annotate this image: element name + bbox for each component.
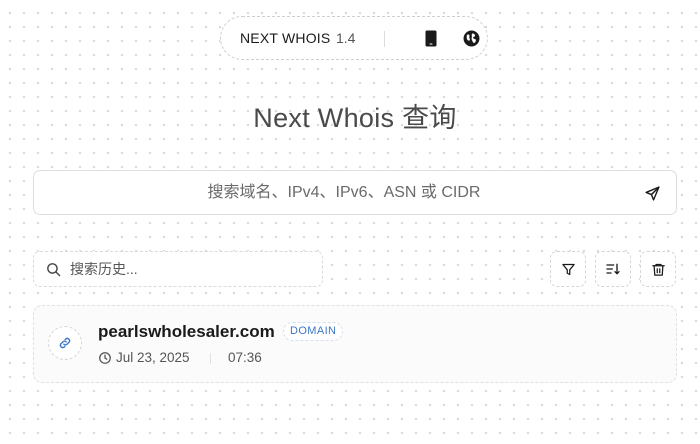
globe-icon: [463, 30, 479, 46]
history-item-domain[interactable]: pearlswholesaler.com: [98, 322, 275, 342]
clear-history-button[interactable]: [640, 251, 676, 287]
version-label: 1.4: [336, 30, 356, 46]
app-header-pill: NEXT WHOIS 1.4: [220, 16, 488, 60]
brand-name: NEXT WHOIS: [240, 30, 331, 46]
history-item-type-badge: DOMAIN: [283, 322, 344, 341]
history-item-time: 07:36: [228, 350, 262, 365]
submit-search-button[interactable]: [642, 183, 662, 203]
filter-button[interactable]: [550, 251, 586, 287]
sort-button[interactable]: [595, 251, 631, 287]
language-button[interactable]: [461, 28, 481, 48]
lookup-search-box: [33, 170, 677, 215]
lookup-search-input[interactable]: [34, 171, 634, 214]
history-item-date: Jul 23, 2025: [116, 350, 190, 365]
send-icon: [644, 185, 660, 201]
history-item[interactable]: pearlswholesaler.com DOMAIN Jul 23, 2025…: [33, 305, 677, 383]
page-title: Next Whois 查询: [253, 103, 457, 133]
history-search-input[interactable]: [70, 252, 310, 286]
search-icon: [47, 263, 61, 277]
link-icon: [59, 337, 71, 349]
phone-icon: [425, 30, 437, 46]
history-search-box: [33, 251, 323, 287]
sort-icon: [606, 263, 620, 275]
filter-icon: [561, 263, 575, 275]
header-divider: [384, 31, 385, 47]
trash-icon: [651, 263, 665, 276]
clock-icon: [99, 352, 111, 364]
date-time-divider: [210, 353, 211, 364]
mobile-view-button[interactable]: [421, 28, 441, 48]
history-item-icon: [48, 326, 82, 360]
